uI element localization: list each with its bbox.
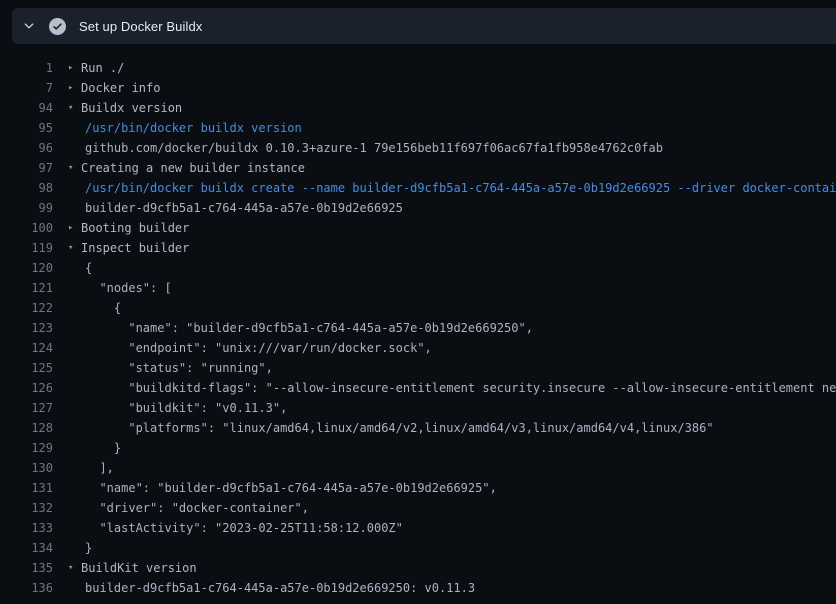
line-number[interactable]: 123 <box>0 318 53 338</box>
log-row: 95 /usr/bin/docker buildx version <box>0 118 836 138</box>
log-line-text: "status": "running", <box>85 358 273 378</box>
log-line-text: Booting builder <box>81 218 189 238</box>
line-number[interactable]: 96 <box>0 138 53 158</box>
line-number[interactable]: 136 <box>0 578 53 598</box>
log-row: 121 "nodes": [ <box>0 278 836 298</box>
log-row: 134 } <box>0 538 836 558</box>
group-toggle-icon[interactable]: ▸ <box>68 218 81 238</box>
log-line-text: "name": "builder-d9cfb5a1-c764-445a-a57e… <box>85 318 533 338</box>
log-line-text: builder-d9cfb5a1-c764-445a-a57e-0b19d2e6… <box>85 198 403 218</box>
log-line-text: "nodes": [ <box>85 278 172 298</box>
log-row: 129 } <box>0 438 836 458</box>
line-number[interactable]: 128 <box>0 418 53 438</box>
log-row: 131 "name": "builder-d9cfb5a1-c764-445a-… <box>0 478 836 498</box>
log-line-text: Docker info <box>81 78 160 98</box>
log-group-row[interactable]: 135 ▾ BuildKit version <box>0 558 836 578</box>
log-group-row[interactable]: 7 ▸ Docker info <box>0 78 836 98</box>
group-toggle-icon[interactable]: ▾ <box>68 238 81 258</box>
log-line-text: BuildKit version <box>81 558 197 578</box>
log-line-text: Inspect builder <box>81 238 189 258</box>
log-line-text: } <box>85 438 121 458</box>
log-group-row[interactable]: 100 ▸ Booting builder <box>0 218 836 238</box>
log-line-text: "lastActivity": "2023-02-25T11:58:12.000… <box>85 518 403 538</box>
log-group-row[interactable]: 1 ▸ Run ./ <box>0 58 836 78</box>
group-toggle-icon[interactable]: ▸ <box>68 78 81 98</box>
line-number[interactable]: 94 <box>0 98 53 118</box>
log-line-text: "buildkitd-flags": "--allow-insecure-ent… <box>85 378 836 398</box>
log-line-text: builder-d9cfb5a1-c764-445a-a57e-0b19d2e6… <box>85 578 475 598</box>
log-group-row[interactable]: 119 ▾ Inspect builder <box>0 238 836 258</box>
actions-log-viewer: Set up Docker Buildx 1 ▸ Run ./ 7 ▸ Dock… <box>0 0 836 604</box>
log-line-text: { <box>85 298 121 318</box>
step-header[interactable]: Set up Docker Buildx <box>12 8 836 44</box>
log-line-text: "buildkit": "v0.11.3", <box>85 398 287 418</box>
chevron-down-icon[interactable] <box>22 19 36 33</box>
line-number[interactable]: 133 <box>0 518 53 538</box>
log-line-text: Run ./ <box>81 58 124 78</box>
log-line-text: "driver": "docker-container", <box>85 498 309 518</box>
log-row: 126 "buildkitd-flags": "--allow-insecure… <box>0 378 836 398</box>
log-group-row[interactable]: 97 ▾ Creating a new builder instance <box>0 158 836 178</box>
line-number[interactable]: 97 <box>0 158 53 178</box>
group-toggle-icon[interactable]: ▾ <box>68 558 81 578</box>
log-line-text: ], <box>85 458 114 478</box>
log-row: 127 "buildkit": "v0.11.3", <box>0 398 836 418</box>
log-lines: 1 ▸ Run ./ 7 ▸ Docker info 94 ▾ Buildx v… <box>0 58 836 604</box>
group-toggle-icon[interactable]: ▾ <box>68 98 81 118</box>
log-line-text: { <box>85 258 92 278</box>
line-number[interactable]: 122 <box>0 298 53 318</box>
line-number[interactable]: 130 <box>0 458 53 478</box>
log-row: 124 "endpoint": "unix:///var/run/docker.… <box>0 338 836 358</box>
group-toggle-icon[interactable]: ▾ <box>68 158 81 178</box>
group-toggle-icon[interactable]: ▸ <box>68 58 81 78</box>
line-number[interactable]: 95 <box>0 118 53 138</box>
line-number[interactable]: 134 <box>0 538 53 558</box>
log-row: 125 "status": "running", <box>0 358 836 378</box>
log-row: 122 { <box>0 298 836 318</box>
log-row: 120 { <box>0 258 836 278</box>
step-title: Set up Docker Buildx <box>79 19 202 34</box>
log-row: 136 builder-d9cfb5a1-c764-445a-a57e-0b19… <box>0 578 836 598</box>
line-number[interactable]: 131 <box>0 478 53 498</box>
line-number[interactable]: 127 <box>0 398 53 418</box>
log-line-text: github.com/docker/buildx 0.10.3+azure-1 … <box>85 138 663 158</box>
line-number[interactable]: 121 <box>0 278 53 298</box>
log-line-text: "name": "builder-d9cfb5a1-c764-445a-a57e… <box>85 478 497 498</box>
log-group-row[interactable]: 94 ▾ Buildx version <box>0 98 836 118</box>
line-number[interactable]: 100 <box>0 218 53 238</box>
log-line-text: Creating a new builder instance <box>81 158 305 178</box>
log-row: 133 "lastActivity": "2023-02-25T11:58:12… <box>0 518 836 538</box>
line-number[interactable]: 124 <box>0 338 53 358</box>
check-circle-icon <box>49 18 66 35</box>
line-number[interactable]: 1 <box>0 58 53 78</box>
line-number[interactable]: 98 <box>0 178 53 198</box>
log-line-text: "endpoint": "unix:///var/run/docker.sock… <box>85 338 432 358</box>
log-row: 132 "driver": "docker-container", <box>0 498 836 518</box>
log-line-text: } <box>85 538 92 558</box>
log-line-text: /usr/bin/docker buildx create --name bui… <box>85 178 836 198</box>
line-number[interactable]: 132 <box>0 498 53 518</box>
log-row: 128 "platforms": "linux/amd64,linux/amd6… <box>0 418 836 438</box>
log-line-text: Buildx version <box>81 98 182 118</box>
line-number[interactable]: 126 <box>0 378 53 398</box>
line-number[interactable]: 7 <box>0 78 53 98</box>
log-row: 98 /usr/bin/docker buildx create --name … <box>0 178 836 198</box>
log-row: 123 "name": "builder-d9cfb5a1-c764-445a-… <box>0 318 836 338</box>
log-line-text: /usr/bin/docker buildx version <box>85 118 302 138</box>
line-number[interactable]: 125 <box>0 358 53 378</box>
line-number[interactable]: 99 <box>0 198 53 218</box>
line-number[interactable]: 120 <box>0 258 53 278</box>
log-row: 130 ], <box>0 458 836 478</box>
log-line-text: "platforms": "linux/amd64,linux/amd64/v2… <box>85 418 714 438</box>
line-number[interactable]: 129 <box>0 438 53 458</box>
line-number[interactable]: 119 <box>0 238 53 258</box>
log-row: 96 github.com/docker/buildx 0.10.3+azure… <box>0 138 836 158</box>
line-number[interactable]: 135 <box>0 558 53 578</box>
log-row: 99 builder-d9cfb5a1-c764-445a-a57e-0b19d… <box>0 198 836 218</box>
